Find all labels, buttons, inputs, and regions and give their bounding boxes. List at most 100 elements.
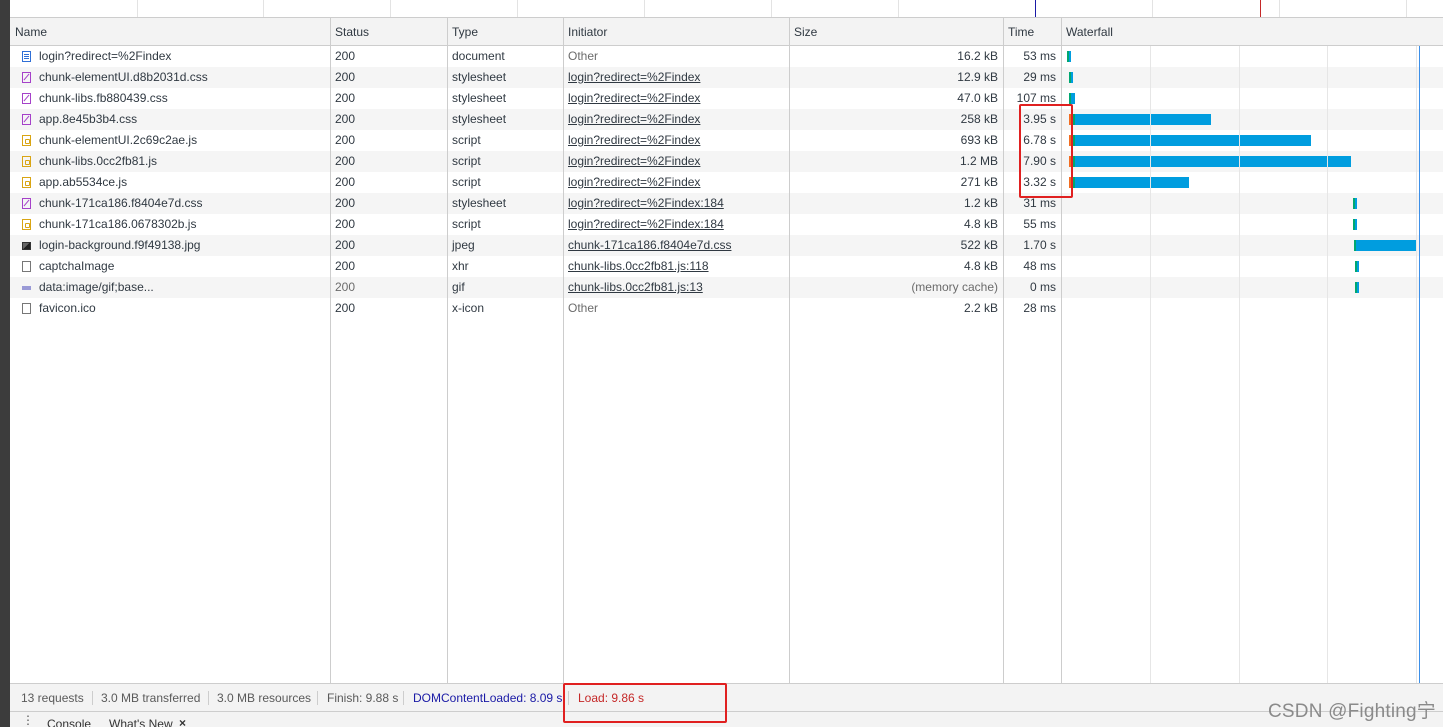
waterfall-download-segment <box>1075 114 1212 125</box>
request-size: 522 kB <box>960 238 998 252</box>
column-divider[interactable] <box>1003 18 1004 683</box>
request-name-cell[interactable]: chunk-elementUI.2c69c2ae.js <box>15 130 330 151</box>
table-row[interactable]: chunk-elementUI.d8b2031d.css 200 styleshee… <box>10 67 1443 88</box>
waterfall-bar[interactable] <box>1069 156 1351 167</box>
table-row[interactable]: login-background.f9f49138.jpg 200 jpeg chun… <box>10 235 1443 256</box>
table-row[interactable]: app.8e45b3b4.css 200 stylesheet login?redir… <box>10 109 1443 130</box>
request-name[interactable]: data:image/gif;base... <box>39 277 154 298</box>
request-initiator[interactable]: chunk-171ca186.f8404e7d.css <box>563 235 789 256</box>
table-row[interactable]: chunk-171ca186.f8404e7d.css 200 stylesheet… <box>10 193 1443 214</box>
column-header-type[interactable]: Type <box>447 18 563 45</box>
request-name[interactable]: chunk-171ca186.f8404e7d.css <box>39 193 202 214</box>
column-header-initiator[interactable]: Initiator <box>563 18 789 45</box>
request-name-cell[interactable]: app.8e45b3b4.css <box>15 109 330 130</box>
column-divider[interactable] <box>330 18 331 683</box>
waterfall-bar[interactable] <box>1355 282 1360 293</box>
column-header-time[interactable]: Time <box>1003 18 1061 45</box>
column-header-status[interactable]: Status <box>330 18 447 45</box>
initiator-link[interactable]: login?redirect=%2Findex <box>568 175 700 189</box>
request-size: 1.2 kB <box>963 196 998 210</box>
request-name[interactable]: chunk-171ca186.0678302b.js <box>39 214 196 235</box>
column-header-size[interactable]: Size <box>789 18 1003 45</box>
request-name-cell[interactable]: chunk-171ca186.0678302b.js <box>15 214 330 235</box>
request-name-cell[interactable]: login-background.f9f49138.jpg <box>15 235 330 256</box>
request-name-cell[interactable]: chunk-elementUI.d8b2031d.css <box>15 67 330 88</box>
request-status: 200 <box>335 196 356 210</box>
waterfall-bar[interactable] <box>1352 198 1357 209</box>
initiator-link[interactable]: login?redirect=%2Findex <box>568 112 700 126</box>
table-row[interactable]: chunk-171ca186.0678302b.js 200 script login… <box>10 214 1443 235</box>
request-name[interactable]: chunk-elementUI.2c69c2ae.js <box>39 130 197 151</box>
waterfall-bar[interactable] <box>1069 93 1075 104</box>
column-divider[interactable] <box>789 18 790 683</box>
request-time: 28 ms <box>1023 301 1056 315</box>
request-name[interactable]: login-background.f9f49138.jpg <box>39 235 200 256</box>
request-name-cell[interactable]: chunk-libs.fb880439.css <box>15 88 330 109</box>
initiator-link[interactable]: chunk-libs.0cc2fb81.js:118 <box>568 259 709 273</box>
tab-console[interactable]: Console <box>47 717 91 727</box>
request-name[interactable]: chunk-libs.fb880439.css <box>39 88 168 109</box>
request-name[interactable]: captchaImage <box>39 256 114 277</box>
waterfall-bar[interactable] <box>1352 219 1357 230</box>
initiator-link[interactable]: login?redirect=%2Findex <box>568 91 700 105</box>
request-initiator[interactable]: login?redirect=%2Findex <box>563 172 789 193</box>
request-name[interactable]: favicon.ico <box>39 298 96 319</box>
waterfall-bar[interactable] <box>1354 261 1359 272</box>
initiator-link[interactable]: login?redirect=%2Findex <box>568 70 700 84</box>
request-name-cell[interactable]: chunk-171ca186.f8404e7d.css <box>15 193 330 214</box>
waterfall-download-segment <box>1069 51 1071 62</box>
waterfall-bar[interactable] <box>1069 72 1074 83</box>
request-name[interactable]: app.8e45b3b4.css <box>39 109 137 130</box>
request-initiator[interactable]: login?redirect=%2Findex <box>563 109 789 130</box>
waterfall-bar[interactable] <box>1069 135 1312 146</box>
more-options-icon[interactable]: ⋮ <box>22 714 34 726</box>
request-initiator[interactable]: login?redirect=%2Findex <box>563 67 789 88</box>
waterfall-bar[interactable] <box>1069 114 1212 125</box>
waterfall-bar[interactable] <box>1067 51 1071 62</box>
initiator-link[interactable]: login?redirect=%2Findex <box>568 133 700 147</box>
network-overview-timeline[interactable] <box>10 0 1443 18</box>
column-header-waterfall[interactable]: Waterfall <box>1061 18 1443 45</box>
table-row[interactable]: data:image/gif;base... 200 gif chunk-libs.0… <box>10 277 1443 298</box>
table-row[interactable]: login?redirect=%2Findex 200 document Other 1… <box>10 46 1443 67</box>
waterfall-bar[interactable] <box>1354 240 1417 251</box>
table-row[interactable]: chunk-libs.fb880439.css 200 stylesheet logi… <box>10 88 1443 109</box>
initiator-link[interactable]: login?redirect=%2Findex:184 <box>568 196 724 210</box>
script-icon <box>22 135 31 146</box>
request-name-cell[interactable]: login?redirect=%2Findex <box>15 46 330 67</box>
request-name-cell[interactable]: chunk-libs.0cc2fb81.js <box>15 151 330 172</box>
table-row[interactable]: chunk-elementUI.2c69c2ae.js 200 script logi… <box>10 130 1443 151</box>
initiator-link[interactable]: chunk-171ca186.f8404e7d.css <box>568 238 731 252</box>
request-initiator[interactable]: login?redirect=%2Findex <box>563 151 789 172</box>
column-divider[interactable] <box>563 18 564 683</box>
table-row[interactable]: captchaImage 200 xhr chunk-libs.0cc2fb81.js… <box>10 256 1443 277</box>
request-status: 200 <box>335 217 356 231</box>
table-row[interactable]: chunk-libs.0cc2fb81.js 200 script login?red… <box>10 151 1443 172</box>
column-divider[interactable] <box>447 18 448 683</box>
waterfall-download-segment <box>1075 177 1190 188</box>
request-name[interactable]: chunk-libs.0cc2fb81.js <box>39 151 157 172</box>
request-name[interactable]: login?redirect=%2Findex <box>39 46 171 67</box>
request-initiator[interactable]: login?redirect=%2Findex:184 <box>563 214 789 235</box>
column-header-name[interactable]: Name <box>10 18 330 45</box>
request-initiator[interactable]: login?redirect=%2Findex <box>563 130 789 151</box>
request-name-cell[interactable]: favicon.ico <box>15 298 330 319</box>
initiator-link[interactable]: login?redirect=%2Findex <box>568 154 700 168</box>
table-row[interactable]: favicon.ico 200 x-icon Other 2.2 kB 28 ms <box>10 298 1443 319</box>
table-row[interactable]: app.ab5534ce.js 200 script login?redirect=%… <box>10 172 1443 193</box>
request-name-cell[interactable]: app.ab5534ce.js <box>15 172 330 193</box>
request-type: document <box>452 49 505 63</box>
close-tab-icon[interactable]: × <box>179 716 186 727</box>
initiator-link[interactable]: chunk-libs.0cc2fb81.js:13 <box>568 280 703 294</box>
waterfall-bar[interactable] <box>1069 177 1190 188</box>
request-name-cell[interactable]: data:image/gif;base... <box>15 277 330 298</box>
request-initiator[interactable]: chunk-libs.0cc2fb81.js:13 <box>563 277 789 298</box>
request-initiator[interactable]: login?redirect=%2Findex:184 <box>563 193 789 214</box>
request-name[interactable]: app.ab5534ce.js <box>39 172 127 193</box>
tab-whats-new[interactable]: What's New <box>109 717 173 727</box>
request-initiator[interactable]: login?redirect=%2Findex <box>563 88 789 109</box>
initiator-link[interactable]: login?redirect=%2Findex:184 <box>568 217 724 231</box>
request-name[interactable]: chunk-elementUI.d8b2031d.css <box>39 67 208 88</box>
request-initiator[interactable]: chunk-libs.0cc2fb81.js:118 <box>563 256 789 277</box>
request-name-cell[interactable]: captchaImage <box>15 256 330 277</box>
